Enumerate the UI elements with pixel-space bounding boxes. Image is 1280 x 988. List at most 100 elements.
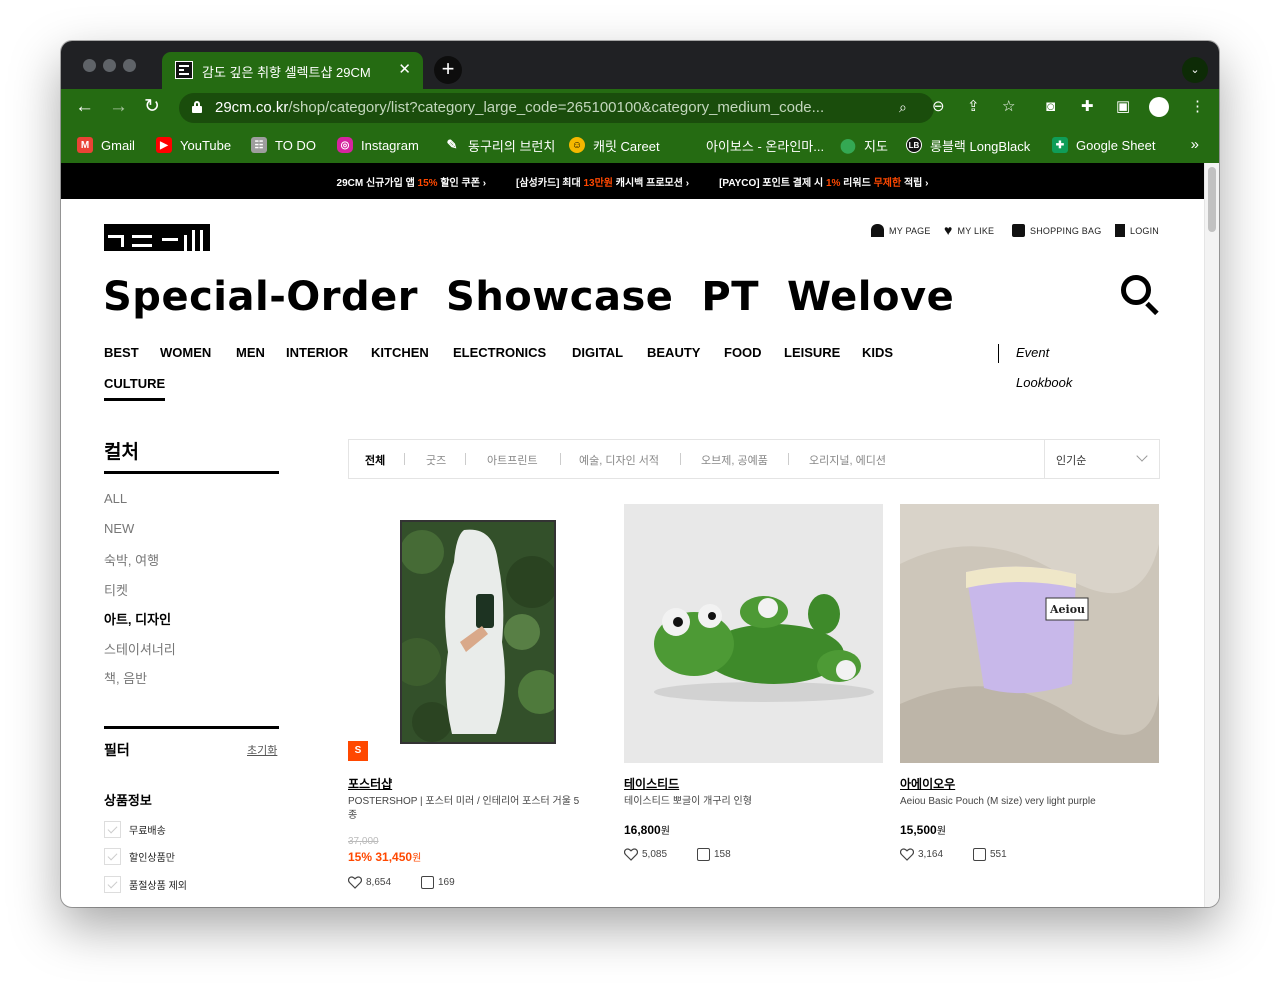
bookmark-gmail[interactable]: M Gmail [77,136,135,154]
product-name[interactable]: Aeiou Basic Pouch (M size) very light pu… [900,795,1155,809]
chevron-down-icon [1136,450,1148,462]
extensions-puzzle-icon[interactable]: ✚ [1081,98,1094,116]
product-name[interactable]: 테이스티드 뽀글이 개구리 인형 [624,795,874,809]
product-image-poster-mirror[interactable] [400,520,556,744]
sidebar-item-travel[interactable]: 숙박, 여행 [104,550,159,569]
category-culture[interactable]: CULTURE [104,376,166,401]
product-brand-aeiou[interactable]: 아에이오우 [900,775,955,792]
scrollbar-thumb[interactable] [1208,167,1216,232]
subtab-goods[interactable]: 굿즈 [426,452,446,468]
my-page-link[interactable]: MY PAGE [871,224,931,237]
sidebar-item-new[interactable]: NEW [104,521,134,536]
address-bar[interactable]: 29cm.co.kr/shop/category/list?category_l… [179,93,934,123]
bookmark-youtube[interactable]: ▶ YouTube [156,136,231,154]
product-likes[interactable]: 5,085 [624,848,667,861]
menu-kebab-icon[interactable]: ⋮ [1190,98,1205,116]
url-text[interactable]: 29cm.co.kr/shop/category/list?category_l… [215,99,885,116]
zoom-window-button[interactable] [123,59,136,72]
bookmark-brunch[interactable]: ✎ 동구리의 브런치 [444,136,556,154]
product-brand-tasted[interactable]: 테이스티드 [624,775,679,792]
tab-search-button[interactable]: ⌄ [1182,57,1208,83]
bookmark-instagram[interactable]: ◎ Instagram [337,136,419,154]
bookmark-longblack[interactable]: LB 롱블랙 LongBlack [906,136,1030,154]
product-likes[interactable]: 8,654 [348,876,391,889]
my-like-link[interactable]: ♥ MY LIKE [944,223,994,237]
camera-extension-icon[interactable]: ◙ [1046,98,1055,116]
bookmarks-overflow-button[interactable]: » [1191,136,1199,153]
search-page-icon[interactable]: ⌕ [899,99,907,116]
product-likes[interactable]: 3,164 [900,848,943,861]
product-reviews[interactable]: 158 [697,848,731,861]
category-interior[interactable]: INTERIOR [286,345,348,360]
headline-special-order[interactable]: Special-Order [103,273,418,321]
subtab-objet-craft[interactable]: 오브제, 공예품 [701,452,768,468]
search-icon[interactable] [1119,273,1161,316]
product-reviews[interactable]: 169 [421,876,455,889]
bookmark-maps[interactable]: ⬤ 지도 [840,136,888,154]
side-panel-icon[interactable]: ▣ [1116,98,1130,116]
category-kitchen[interactable]: KITCHEN [371,345,429,360]
category-leisure[interactable]: LEISURE [784,345,840,360]
category-best[interactable]: BEST [104,345,139,360]
promo-item-payco[interactable]: [PAYCO] 포인트 결제 시 1% 리워드 무제한 적립 › [719,174,928,189]
sidebar-item-art-design[interactable]: 아트, 디자인 [104,609,171,628]
category-digital[interactable]: DIGITAL [572,345,623,360]
bookmark-iboss[interactable]: 아이보스 - 온라인마... [682,136,824,154]
category-electronics[interactable]: ELECTRONICS [453,345,546,360]
pouch-artwork: Aeiou [900,504,1159,763]
share-icon[interactable]: ⇪ [967,98,980,116]
product-brand-postershop[interactable]: 포스터샵 [348,775,392,792]
29cm-logo[interactable] [104,224,210,251]
filter-reset-link[interactable]: 초기화 [247,742,277,758]
bookmark-star-icon[interactable]: ☆ [1002,98,1015,116]
headline-showcase[interactable]: Showcase [446,273,673,321]
subtab-art-books[interactable]: 예술, 디자인 서적 [579,452,659,468]
event-link[interactable]: Event [1016,345,1049,360]
filter-exclude-soldout[interactable]: 품절상품 제외 [104,876,187,893]
category-food[interactable]: FOOD [724,345,762,360]
sidebar-item-all[interactable]: ALL [104,491,127,506]
sidebar-item-ticket[interactable]: 티켓 [104,580,128,599]
bookmark-google-sheet[interactable]: ✚ Google Sheet [1052,136,1156,154]
browser-tab[interactable]: 감도 깊은 취향 셀렉트샵 29CM ✕ [162,52,423,89]
login-link[interactable]: LOGIN [1115,224,1159,237]
checkbox[interactable] [104,876,121,893]
minimize-window-button[interactable] [103,59,116,72]
filter-free-shipping[interactable]: 무료배송 [104,821,166,838]
subtab-art-print[interactable]: 아트프린트 [487,452,538,468]
subtab-all[interactable]: 전체 [365,452,385,468]
zoom-icon[interactable]: ⊖ [932,98,945,116]
product-reviews[interactable]: 551 [973,848,1007,861]
headline-welove[interactable]: Welove [787,273,954,321]
promo-item-signup[interactable]: 29CM 신규가입 앱 15% 할인 쿠폰 › [337,174,487,189]
back-icon[interactable]: ← [75,96,94,118]
subtab-original-edition[interactable]: 오리지널, 에디션 [809,452,886,468]
bookmark-careet[interactable]: ☺ 캐릿 Careet [569,136,660,154]
category-kids[interactable]: KIDS [862,345,893,360]
close-window-button[interactable] [83,59,96,72]
filter-discount-only[interactable]: 할인상품만 [104,848,175,865]
category-beauty[interactable]: BEAUTY [647,345,700,360]
checkbox[interactable] [104,821,121,838]
heart-outline-icon [348,876,362,889]
headline-pt[interactable]: PT [701,273,759,321]
shopping-bag-link[interactable]: SHOPPING BAG [1012,224,1101,237]
sidebar-item-books-music[interactable]: 책, 음반 [104,668,147,687]
new-tab-button[interactable]: + [434,56,462,84]
product-image-frog-doll[interactable] [624,504,883,763]
checkbox[interactable] [104,848,121,865]
profile-avatar[interactable] [1149,97,1169,117]
page-scrollbar[interactable] [1204,163,1219,907]
promo-item-samsung[interactable]: [삼성카드] 최대 13만원 캐시백 프로모션 › [516,174,689,189]
bookmark-todo[interactable]: ☷ TO DO [251,136,316,154]
product-name[interactable]: POSTERSHOP | 포스터 미러 / 인테리어 포스터 거울 5종 [348,795,583,823]
tab-close-icon[interactable]: ✕ [398,60,411,78]
lookbook-link[interactable]: Lookbook [1016,375,1072,390]
category-men[interactable]: MEN [236,345,265,360]
sort-dropdown[interactable]: 인기순 [1044,440,1159,478]
category-women[interactable]: WOMEN [160,345,211,360]
product-image-aeiou-pouch[interactable]: Aeiou [900,504,1159,763]
reload-icon[interactable]: ↻ [144,96,160,118]
forward-icon[interactable]: → [109,96,128,118]
sidebar-item-stationery[interactable]: 스테이셔너리 [104,639,176,658]
